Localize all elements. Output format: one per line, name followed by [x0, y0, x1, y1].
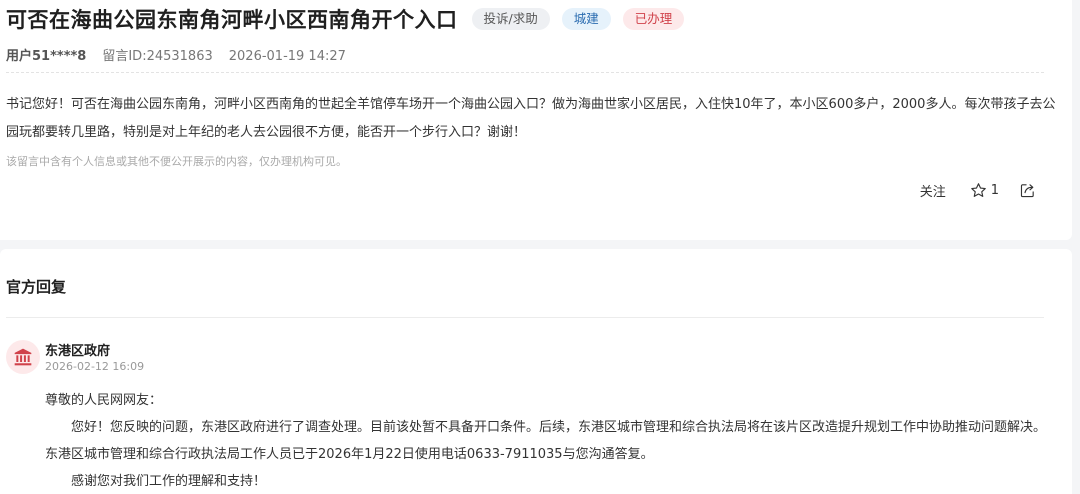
post-meta: 用户51****8 留言ID:24531863 2026-01-19 14:27	[6, 45, 346, 64]
reply-greeting: 尊敬的人民网网友：	[45, 393, 163, 408]
org-avatar	[6, 340, 40, 374]
star-icon	[970, 183, 986, 197]
tag-status: 已办理	[622, 8, 685, 30]
post-actions: 关注 1	[920, 181, 1036, 200]
reply-body: 您好！您反映的问题，东港区政府进行了调查处理。目前该处暂不具备开口条件。后续，东…	[45, 420, 1047, 462]
message-card: 可否在海曲公园东南角河畔小区西南角开个入口 投诉/求助 城建 已办理 用户51*…	[0, 0, 1072, 240]
section-title: 官方回复	[6, 278, 67, 296]
reply-date: 2026-02-12 16:09	[45, 360, 145, 373]
like-count: 1	[990, 183, 999, 198]
official-reply-card: 官方回复 东港区政府 2026-02-12 16:09 尊敬的人民网网友： 您好…	[0, 249, 1072, 494]
reply-closing: 感谢您对我们工作的理解和支持！	[71, 474, 267, 489]
post-user: 用户51****8	[6, 49, 87, 64]
message-id: 留言ID:24531863	[102, 49, 213, 64]
share-icon	[1020, 184, 1034, 198]
privacy-notice: 该留言中含有个人信息或其他不便公开展示的内容，仅办理机构可见。	[6, 155, 347, 168]
title-row: 可否在海曲公园东南角河畔小区西南角开个入口 投诉/求助 城建 已办理	[6, 5, 685, 33]
post-content: 书记您好！可否在海曲公园东南角，河畔小区西南角的世起全羊馆停车场开一个海曲公园入…	[6, 97, 1056, 140]
post-datetime: 2026-01-19 14:27	[228, 49, 346, 64]
government-building-icon	[14, 348, 32, 366]
divider	[6, 317, 1044, 318]
reply-content: 尊敬的人民网网友： 您好！您反映的问题，东港区政府进行了调查处理。目前该处暂不具…	[45, 387, 1055, 494]
share-button[interactable]	[1019, 182, 1036, 199]
tag-category[interactable]: 城建	[561, 8, 611, 30]
like-button[interactable]: 1	[970, 182, 999, 199]
tag-type[interactable]: 投诉/求助	[471, 8, 550, 30]
org-name: 东港区政府	[45, 344, 111, 359]
follow-button[interactable]: 关注	[920, 181, 946, 200]
post-title: 可否在海曲公园东南角河畔小区西南角开个入口	[6, 8, 458, 32]
divider	[6, 72, 1044, 73]
